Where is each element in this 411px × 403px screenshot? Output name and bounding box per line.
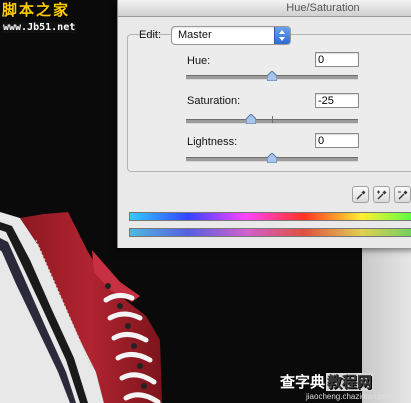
eyedropper-icon[interactable] (352, 186, 369, 203)
screenshot: 脚本之家 www.Jb51.net Hue/Saturation Edit: M… (0, 0, 411, 403)
edit-label: Edit: (139, 29, 162, 41)
watermark-site-url: www.Jb51.net (2, 22, 77, 33)
saturation-slider-thumb[interactable] (245, 114, 256, 124)
lightness-value-field[interactable]: 0 (315, 133, 359, 148)
eyedropper-plus-icon[interactable] (373, 186, 390, 203)
eyedropper-minus-icon[interactable] (394, 186, 411, 203)
hue-value-field[interactable]: 0 (315, 52, 359, 67)
watermark-bottom-part2: 教程网 (326, 373, 374, 391)
hue-label: Hue: (187, 55, 211, 67)
edit-channel-value: Master (178, 29, 212, 41)
watermark-site-name: 脚本之家 (2, 1, 71, 19)
saturation-label: Saturation: (187, 95, 241, 107)
saturation-center-tick (272, 116, 273, 123)
saturation-value-field[interactable]: -25 (315, 93, 359, 108)
lightness-slider-thumb[interactable] (267, 153, 277, 163)
edit-channel-select[interactable]: Master (171, 26, 291, 45)
hue-saturation-dialog: Hue/Saturation Edit: Master Hue: 0 Satur… (117, 0, 411, 248)
hue-slider-thumb[interactable] (267, 71, 277, 81)
watermark-bottom-part1: 查字典 (280, 373, 326, 391)
adjustment-panel (127, 34, 411, 172)
lightness-label: Lightness: (187, 136, 238, 148)
input-color-spectrum-bar (129, 212, 411, 221)
watermark-bottom-url: jiaocheng.chazidian.com (306, 392, 394, 401)
watermark-bottom: 查字典 教程网 (280, 371, 374, 392)
select-stepper-icon (274, 27, 290, 44)
output-color-spectrum-bar (129, 228, 411, 237)
dialog-title: Hue/Saturation (118, 0, 411, 17)
